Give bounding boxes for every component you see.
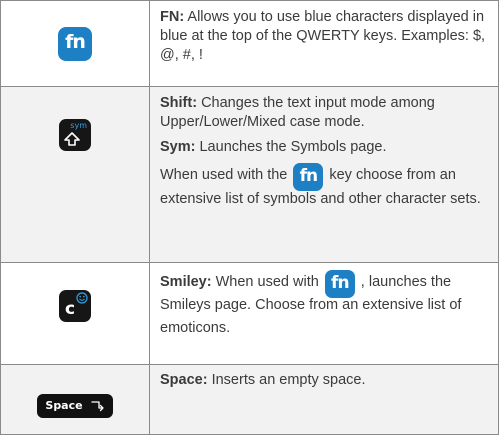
fn-paragraph: FN: Allows you to use blue characters di…	[160, 8, 488, 65]
key-cell-fn: fn	[0, 0, 150, 87]
key-reference-page: fn FN: Allows you to use blue characters…	[0, 0, 499, 435]
table-row-fn: fn FN: Allows you to use blue characters…	[0, 0, 499, 87]
sym-text: Launches the Symbols page.	[195, 139, 387, 155]
smiley-paragraph: Smiley: When used with fn, launches the S…	[160, 270, 488, 340]
fn-inline-icon-2: fn	[324, 270, 355, 298]
shift-sym-key-icon: sym	[59, 118, 91, 151]
return-arrow-icon	[90, 400, 104, 411]
smiley-text-before: When used with	[211, 273, 319, 290]
description-smiley: Smiley: When used with fn, launches the S…	[149, 262, 499, 365]
space-key-icon: Space	[37, 393, 113, 418]
description-shift-sym: Shift: Changes the text input mode among…	[149, 86, 499, 263]
sym-paragraph: Sym: Launches the Symbols page.	[160, 138, 488, 157]
fn-inline-icon: fn	[293, 163, 324, 192]
key-cell-smiley: c	[0, 262, 150, 365]
space-text: Inserts an empty space.	[207, 372, 366, 388]
c-letter: c	[65, 298, 76, 319]
shift-term: Shift:	[160, 95, 198, 111]
sym-extra-paragraph: When used with the fn key choose from an e…	[160, 163, 488, 211]
sym-extra-before: When used with the	[160, 167, 288, 183]
smiley-face-icon	[76, 291, 88, 304]
shift-arrow-icon	[64, 131, 80, 146]
smiley-key-icon: c	[59, 289, 91, 322]
key-cell-shift-sym: sym	[0, 86, 150, 263]
key-reference-table: fn FN: Allows you to use blue characters…	[0, 0, 499, 435]
table-row-shift-sym: sym Shift: Changes the text input mode a…	[0, 86, 499, 263]
sym-term: Sym:	[160, 139, 196, 155]
fn-key-icon: fn	[58, 26, 92, 61]
space-key-label: Space	[45, 399, 83, 412]
fn-term: FN:	[160, 9, 185, 25]
sym-label: sym	[70, 120, 87, 130]
table-row-smiley: c Smiley: When used with fn, launches the…	[0, 262, 499, 365]
description-fn: FN: Allows you to use blue characters di…	[149, 0, 499, 87]
smiley-term: Smiley:	[160, 273, 212, 290]
space-paragraph: Space: Inserts an empty space.	[160, 371, 488, 390]
shift-paragraph: Shift: Changes the text input mode among…	[160, 94, 488, 132]
space-term: Space:	[160, 372, 208, 388]
shift-text: Changes the text input mode among Upper/…	[160, 95, 435, 130]
fn-text: Allows you to use blue characters displa…	[160, 9, 486, 63]
